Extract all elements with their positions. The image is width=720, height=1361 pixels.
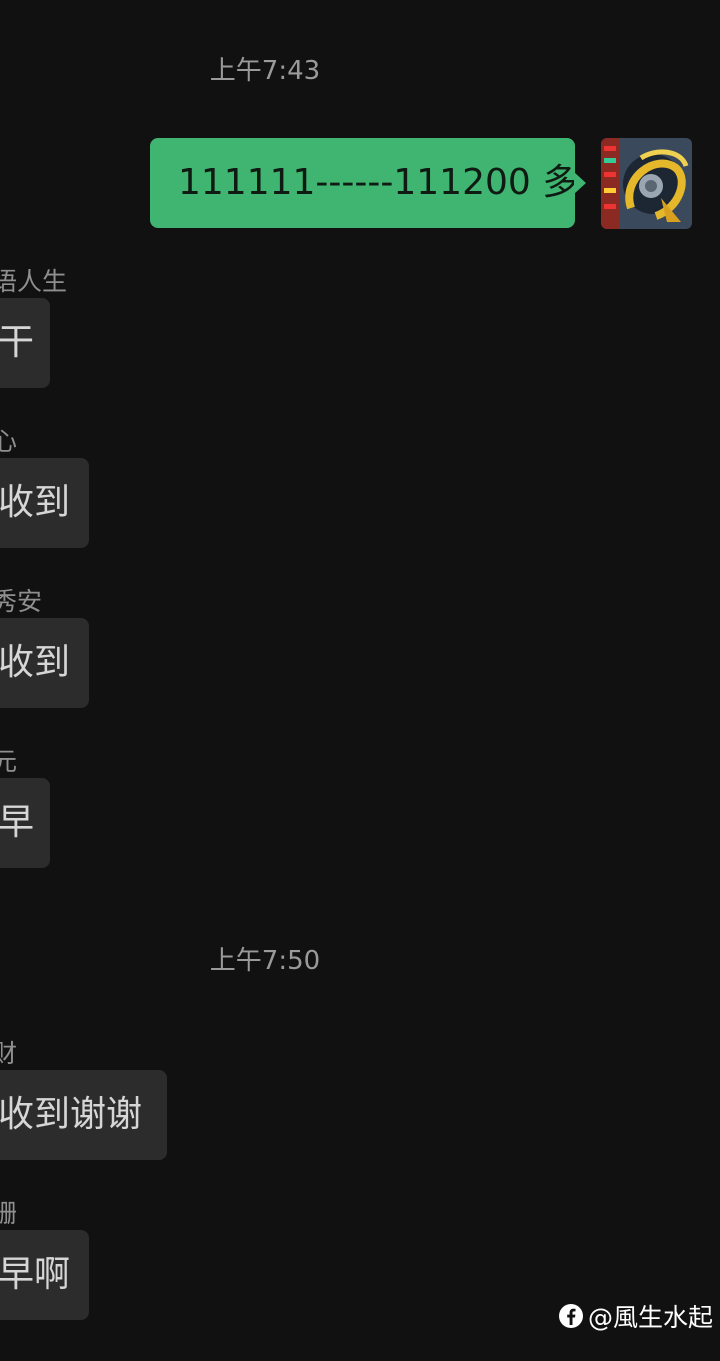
- sender-name: 语人生: [0, 267, 68, 296]
- incoming-message-bubble[interactable]: 早: [0, 778, 50, 868]
- sender-name: 心: [0, 427, 18, 456]
- incoming-message-bubble[interactable]: 收到: [0, 458, 89, 548]
- incoming-message-bubble[interactable]: 收到: [0, 618, 89, 708]
- outgoing-message-bubble[interactable]: 111111------111200 多: [150, 138, 578, 228]
- incoming-message-bubble[interactable]: 干: [0, 298, 50, 388]
- sender-name: 秀安: [0, 587, 43, 616]
- avatar[interactable]: [601, 138, 692, 229]
- incoming-message-bubble[interactable]: 早啊: [0, 1230, 89, 1320]
- sender-name: 元: [0, 747, 18, 776]
- watermark: @風生水起: [558, 1298, 713, 1334]
- timestamp: 上午7:43: [209, 56, 321, 86]
- facebook-icon: [559, 1304, 583, 1328]
- sender-name: 珊: [0, 1199, 18, 1228]
- sender-name: 财: [0, 1039, 18, 1068]
- incoming-message-bubble[interactable]: 收到谢谢: [0, 1070, 167, 1160]
- watermark-text: @風生水起: [588, 1303, 714, 1332]
- bubble-tail: [574, 172, 586, 194]
- timestamp: 上午7:50: [209, 946, 321, 976]
- chat-screen: 上午7:43 111111------111200 多 语人生 干 心 收到 秀…: [0, 0, 720, 1361]
- dragon-avatar-icon: [601, 138, 692, 229]
